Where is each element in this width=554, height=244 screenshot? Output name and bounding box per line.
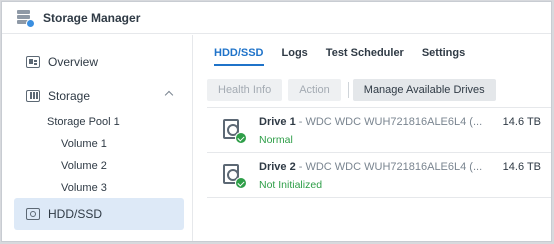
tab-hdd-ssd[interactable]: HDD/SSD xyxy=(214,47,264,66)
title-bar: Storage Manager xyxy=(2,2,551,34)
storage-icon xyxy=(26,90,40,102)
window-title: Storage Manager xyxy=(43,10,141,25)
drive-model: - WDC WDC WUH721816ALE6L4 (... xyxy=(295,161,483,173)
hdd-icon xyxy=(26,208,40,220)
action-button[interactable]: Action xyxy=(288,79,341,101)
tab-logs[interactable]: Logs xyxy=(282,47,308,66)
sidebar-item-label: HDD/SSD xyxy=(48,207,103,221)
drive-row[interactable]: Drive 1 - WDC WDC WUH721816ALE6L4 (... 1… xyxy=(207,108,551,153)
tab-settings[interactable]: Settings xyxy=(422,47,465,66)
sidebar-item-storage-pool-1[interactable]: Storage Pool 1 xyxy=(47,116,120,128)
drive-status: Not Initialized xyxy=(259,179,323,191)
drive-title: Drive 2 - WDC WDC WUH721816ALE6L4 (... xyxy=(259,161,482,173)
toolbar-divider xyxy=(347,82,349,98)
drive-title: Drive 1 - WDC WDC WUH721816ALE6L4 (... xyxy=(259,116,482,128)
tab-test-scheduler[interactable]: Test Scheduler xyxy=(326,47,404,66)
sidebar-item-storage[interactable]: Storage xyxy=(14,80,184,112)
sidebar-item-volume-2[interactable]: Volume 2 xyxy=(61,160,107,172)
sidebar-item-overview[interactable]: Overview xyxy=(14,46,184,78)
drive-name: Drive 1 xyxy=(259,116,296,128)
toolbar: Health Info Action Manage Available Driv… xyxy=(207,79,502,101)
drive-row[interactable]: Drive 2 - WDC WDC WUH721816ALE6L4 (... 1… xyxy=(207,153,551,198)
chevron-up-icon[interactable] xyxy=(164,90,174,100)
sidebar-item-volume-3[interactable]: Volume 3 xyxy=(61,182,107,194)
health-info-button[interactable]: Health Info xyxy=(207,79,283,101)
drive-size: 14.6 TB xyxy=(502,116,541,128)
tab-bar: HDD/SSD Logs Test Scheduler Settings xyxy=(214,47,483,66)
sidebar-item-hdd-ssd[interactable]: HDD/SSD xyxy=(14,198,184,230)
manage-available-drives-button[interactable]: Manage Available Drives xyxy=(352,79,496,101)
sidebar-item-volume-1[interactable]: Volume 1 xyxy=(61,138,107,150)
main-panel: HDD/SSD Logs Test Scheduler Settings Hea… xyxy=(194,35,551,241)
drive-size: 14.6 TB xyxy=(502,161,541,173)
drive-list: Drive 1 - WDC WDC WUH721816ALE6L4 (... 1… xyxy=(207,107,551,198)
storage-manager-window: Storage Manager Overview Storage Storage… xyxy=(1,1,552,242)
sidebar-item-label: Overview xyxy=(48,55,99,69)
check-circle-icon xyxy=(235,132,247,144)
check-circle-icon xyxy=(235,177,247,189)
drive-name: Drive 2 xyxy=(259,161,296,173)
drive-model: - WDC WDC WUH721816ALE6L4 (... xyxy=(295,116,483,128)
storage-manager-icon xyxy=(16,9,35,28)
sidebar: Overview Storage Storage Pool 1 Volume 1… xyxy=(2,35,193,241)
overview-icon xyxy=(26,56,40,68)
sidebar-item-label: Storage xyxy=(48,89,91,103)
drive-status: Normal xyxy=(259,134,293,146)
